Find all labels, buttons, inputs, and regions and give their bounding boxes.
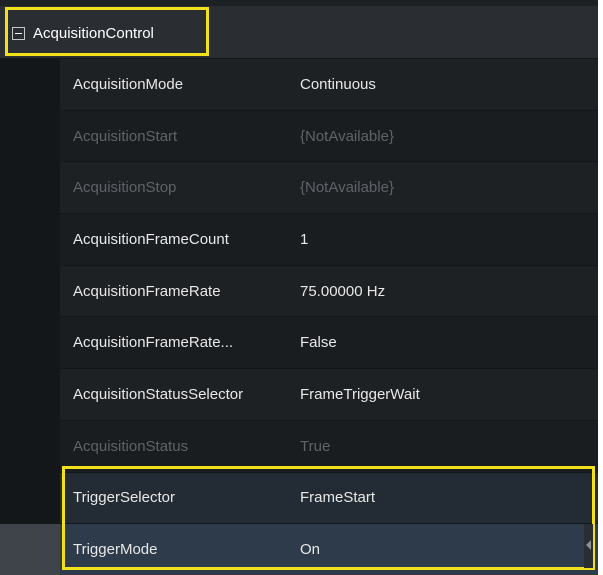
feature-list: AcquisitionMode Continuous AcquisitionSt… (0, 58, 598, 575)
feature-name: AcquisitionStatusSelector (73, 385, 244, 403)
feature-tree-panel: AcquisitionControl AcquisitionMode Conti… (0, 0, 598, 575)
feature-value: True (300, 437, 331, 455)
row-gutter (0, 524, 60, 575)
feature-name: AcquisitionFrameRate... (73, 334, 234, 352)
feature-value: {NotAvailable} (300, 179, 394, 197)
feature-row-acquisition-frame-count[interactable]: AcquisitionFrameCount 1 (0, 213, 598, 265)
feature-value: {NotAvailable} (300, 127, 394, 145)
feature-row-acquisition-status[interactable]: AcquisitionStatus True (0, 419, 598, 472)
feature-row-acquisition-frame-rate[interactable]: AcquisitionFrameRate 75.00000 Hz (0, 264, 598, 317)
row-gutter (0, 369, 60, 420)
feature-name: TriggerMode (73, 541, 158, 559)
category-header-row: AcquisitionControl (0, 6, 598, 58)
feature-value[interactable]: False (297, 334, 598, 351)
collapse-minus-icon[interactable] (12, 26, 25, 40)
feature-row-acquisition-frame-rate-enable[interactable]: AcquisitionFrameRate... False (0, 316, 598, 369)
window-edge (598, 0, 603, 571)
row-gutter (0, 472, 60, 524)
row-gutter (0, 265, 60, 317)
row-gutter (0, 110, 60, 162)
feature-name: AcquisitionFrameRate (73, 282, 221, 300)
row-gutter (0, 317, 60, 369)
category-acquisition-control[interactable]: AcquisitionControl (8, 14, 208, 52)
scroll-left-arrow-icon[interactable] (586, 540, 591, 550)
feature-row-acquisition-mode[interactable]: AcquisitionMode Continuous (0, 58, 598, 110)
feature-name: AcquisitionStop (73, 179, 177, 197)
row-gutter (0, 59, 60, 110)
feature-row-trigger-selector[interactable]: TriggerSelector FrameStart (0, 471, 598, 524)
feature-name: AcquisitionStatus (73, 437, 189, 455)
feature-name: AcquisitionMode (73, 75, 184, 93)
feature-name: TriggerSelector (73, 489, 175, 507)
row-gutter (0, 162, 60, 214)
row-gutter (0, 214, 60, 265)
feature-name: AcquisitionStart (73, 127, 178, 145)
row-gutter (0, 420, 60, 472)
feature-value[interactable]: Continuous (297, 76, 598, 93)
feature-value[interactable]: On (297, 541, 598, 558)
category-title: AcquisitionControl (33, 24, 154, 42)
feature-value[interactable]: FrameTriggerWait (297, 386, 598, 403)
feature-row-acquisition-status-selector[interactable]: AcquisitionStatusSelector FrameTriggerWa… (0, 368, 598, 420)
feature-row-trigger-mode[interactable]: TriggerMode On (0, 523, 598, 575)
feature-value[interactable]: 75.00000 Hz (297, 283, 598, 300)
feature-row-acquisition-start[interactable]: AcquisitionStart {NotAvailable} (0, 109, 598, 162)
feature-name: AcquisitionFrameCount (73, 230, 229, 248)
feature-row-acquisition-stop[interactable]: AcquisitionStop {NotAvailable} (0, 161, 598, 214)
feature-value[interactable]: FrameStart (297, 489, 598, 506)
feature-value[interactable]: 1 (297, 231, 598, 248)
